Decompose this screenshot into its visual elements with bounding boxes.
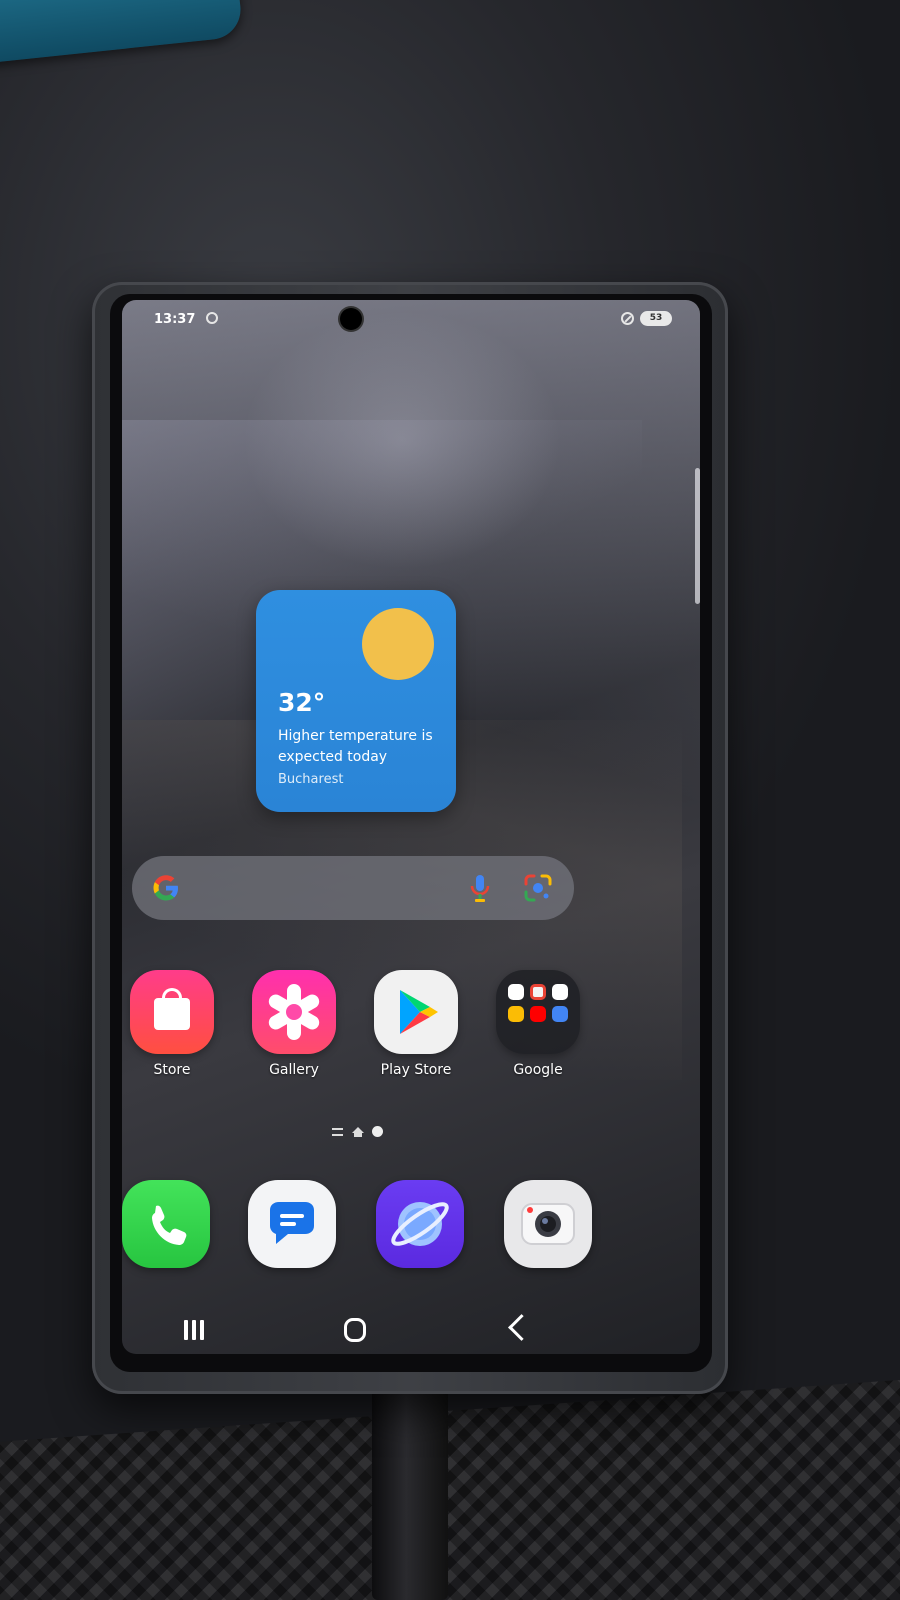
back-icon[interactable]	[508, 1314, 535, 1341]
menu-lines-icon	[332, 1128, 343, 1136]
weather-city: Bucharest	[278, 772, 344, 787]
usb-cable	[372, 1380, 448, 1600]
camera-icon[interactable]	[504, 1180, 592, 1268]
settings-gear-icon	[206, 312, 218, 324]
app-label: Gallery	[269, 1062, 319, 1078]
app-google-folder[interactable]: Google	[488, 970, 588, 1078]
page-indicator[interactable]	[332, 1124, 412, 1140]
app-gallery[interactable]: Gallery	[244, 970, 344, 1078]
google-g-icon	[153, 875, 178, 901]
lens-icon[interactable]	[522, 872, 554, 904]
flower-icon	[252, 970, 336, 1054]
home-icon[interactable]	[344, 1318, 366, 1342]
sun-icon	[362, 608, 434, 680]
status-time: 13:37	[154, 312, 196, 327]
shopping-bag-icon	[130, 970, 214, 1054]
home-screen: 13:37 53 32° Higher temperature is expec…	[122, 300, 700, 1354]
recents-icon[interactable]	[182, 1320, 206, 1340]
app-label: Store	[153, 1062, 191, 1078]
phone-bezel: 13:37 53 32° Higher temperature is expec…	[110, 294, 712, 1372]
app-label: Google	[513, 1062, 563, 1078]
weather-widget[interactable]: 32° Higher temperature is expected today…	[256, 590, 456, 812]
status-bar: 13:37 53	[122, 300, 700, 340]
play-triangle-icon	[374, 970, 458, 1054]
microphone-icon[interactable]	[468, 872, 492, 904]
app-play-store[interactable]: Play Store	[366, 970, 466, 1078]
page-dot	[372, 1126, 383, 1137]
app-store[interactable]: Store	[122, 970, 222, 1078]
edge-panel-handle[interactable]	[695, 468, 700, 604]
weather-temperature: 32°	[278, 688, 326, 717]
phone-icon[interactable]	[122, 1180, 210, 1268]
home-page-icon	[352, 1127, 364, 1137]
messages-icon[interactable]	[248, 1180, 336, 1268]
navigation-bar	[122, 1310, 700, 1354]
phone: 13:37 53 32° Higher temperature is expec…	[92, 282, 728, 1394]
do-not-disturb-icon	[621, 312, 634, 325]
weather-description: Higher temperature is expected today	[278, 728, 433, 765]
google-folder-icon	[496, 970, 580, 1054]
google-search-bar[interactable]	[132, 856, 574, 920]
internet-icon[interactable]	[376, 1180, 464, 1268]
battery-icon: 53	[640, 311, 672, 326]
app-label: Play Store	[380, 1062, 452, 1078]
front-camera	[340, 308, 362, 330]
